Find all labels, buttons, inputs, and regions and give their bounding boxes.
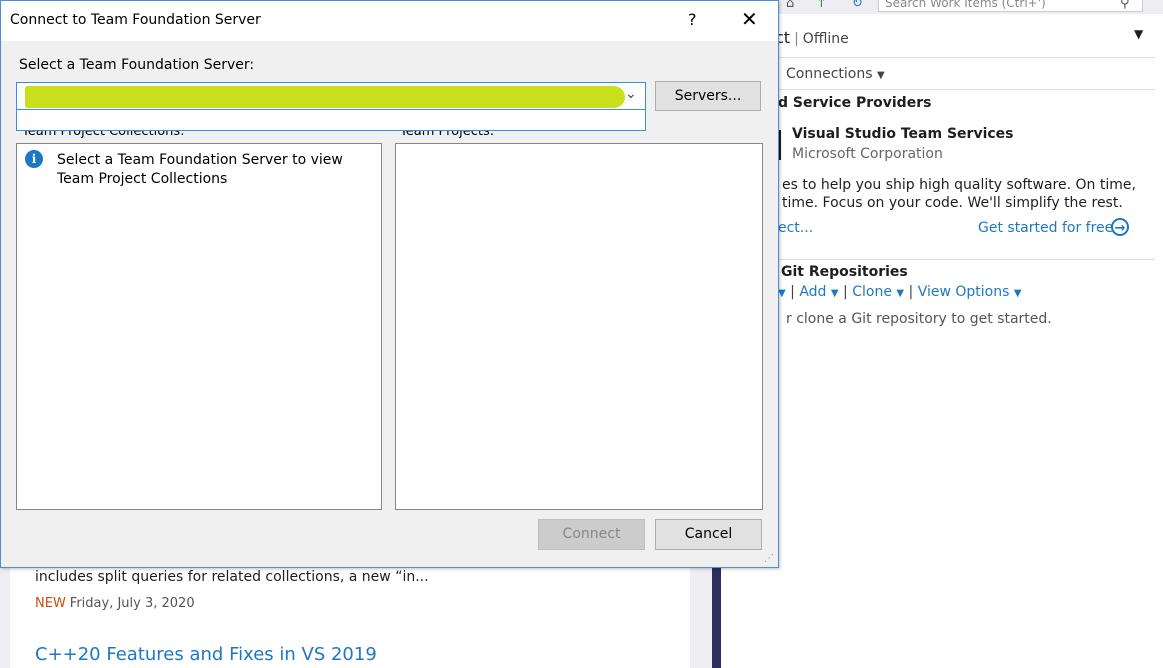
projects-list[interactable] [395,143,763,510]
search-work-items-input[interactable]: Search Work Items (Ctrl+') [878,0,1143,12]
info-message: Select a Team Foundation Server to view … [57,152,343,187]
connect-button[interactable]: Connect [538,519,645,550]
chevron-down-icon[interactable]: ▼ [778,288,786,299]
git-clone-button[interactable]: Clone ▼ [852,284,904,300]
news-date-line: NEW Friday, July 3, 2020 [35,596,195,611]
divider [775,57,1155,58]
new-badge: NEW [35,596,66,611]
chevron-down-icon[interactable]: ⌄ [625,86,637,102]
server-dropdown-list[interactable] [16,110,646,131]
team-explorer-title: ct | Offline [775,28,849,47]
pin-icon[interactable]: ↑ [816,0,827,11]
git-repositories-heading: Git Repositories [781,264,908,280]
help-icon[interactable]: ? [688,10,697,29]
news-title-link[interactable]: C++20 Features and Fixes in VS 2019 [35,644,377,665]
chevron-down-icon[interactable]: ▼ [1134,27,1143,41]
info-icon: i [25,150,43,168]
get-started-link[interactable]: Get started for free [978,220,1113,236]
redacted-server-value [25,86,625,108]
connections-menu[interactable]: Connections ▼ [786,66,885,82]
cancel-button[interactable]: Cancel [655,519,762,550]
servers-button[interactable]: Servers... [655,81,761,111]
vsts-company: Microsoft Corporation [792,146,943,162]
collections-list[interactable] [16,143,382,510]
home-icon[interactable]: ⌂ [786,0,794,11]
search-icon[interactable]: ⚲ [1120,0,1130,11]
connect-link[interactable]: ect... [778,220,813,236]
arrow-right-circle-icon[interactable]: → [1111,218,1129,236]
divider [775,259,1155,260]
divider [775,89,1155,90]
hosted-service-providers-heading: d Service Providers [778,95,932,111]
git-add-button[interactable]: Add ▼ [799,284,838,300]
vsts-name: Visual Studio Team Services [792,126,1014,142]
refresh-icon[interactable]: ↻ [852,0,863,11]
news-date: Friday, July 3, 2020 [69,596,195,611]
vsts-description: es to help you ship high quality softwar… [782,177,1136,211]
git-hint-text: r clone a Git repository to get started. [786,311,1052,327]
git-actions-bar: ▼ | Add ▼ | Clone ▼ | View Options ▼ [778,284,1022,300]
server-label: Select a Team Foundation Server: [19,57,255,73]
dialog-title: Connect to Team Foundation Server [10,12,261,28]
status-offline: Offline [802,31,849,47]
news-snippet: includes split queries for related colle… [35,569,429,585]
close-icon[interactable]: ✕ [741,7,758,31]
resize-grip-icon[interactable]: ⋰ [764,553,774,564]
view-options-button[interactable]: View Options ▼ [918,284,1022,300]
